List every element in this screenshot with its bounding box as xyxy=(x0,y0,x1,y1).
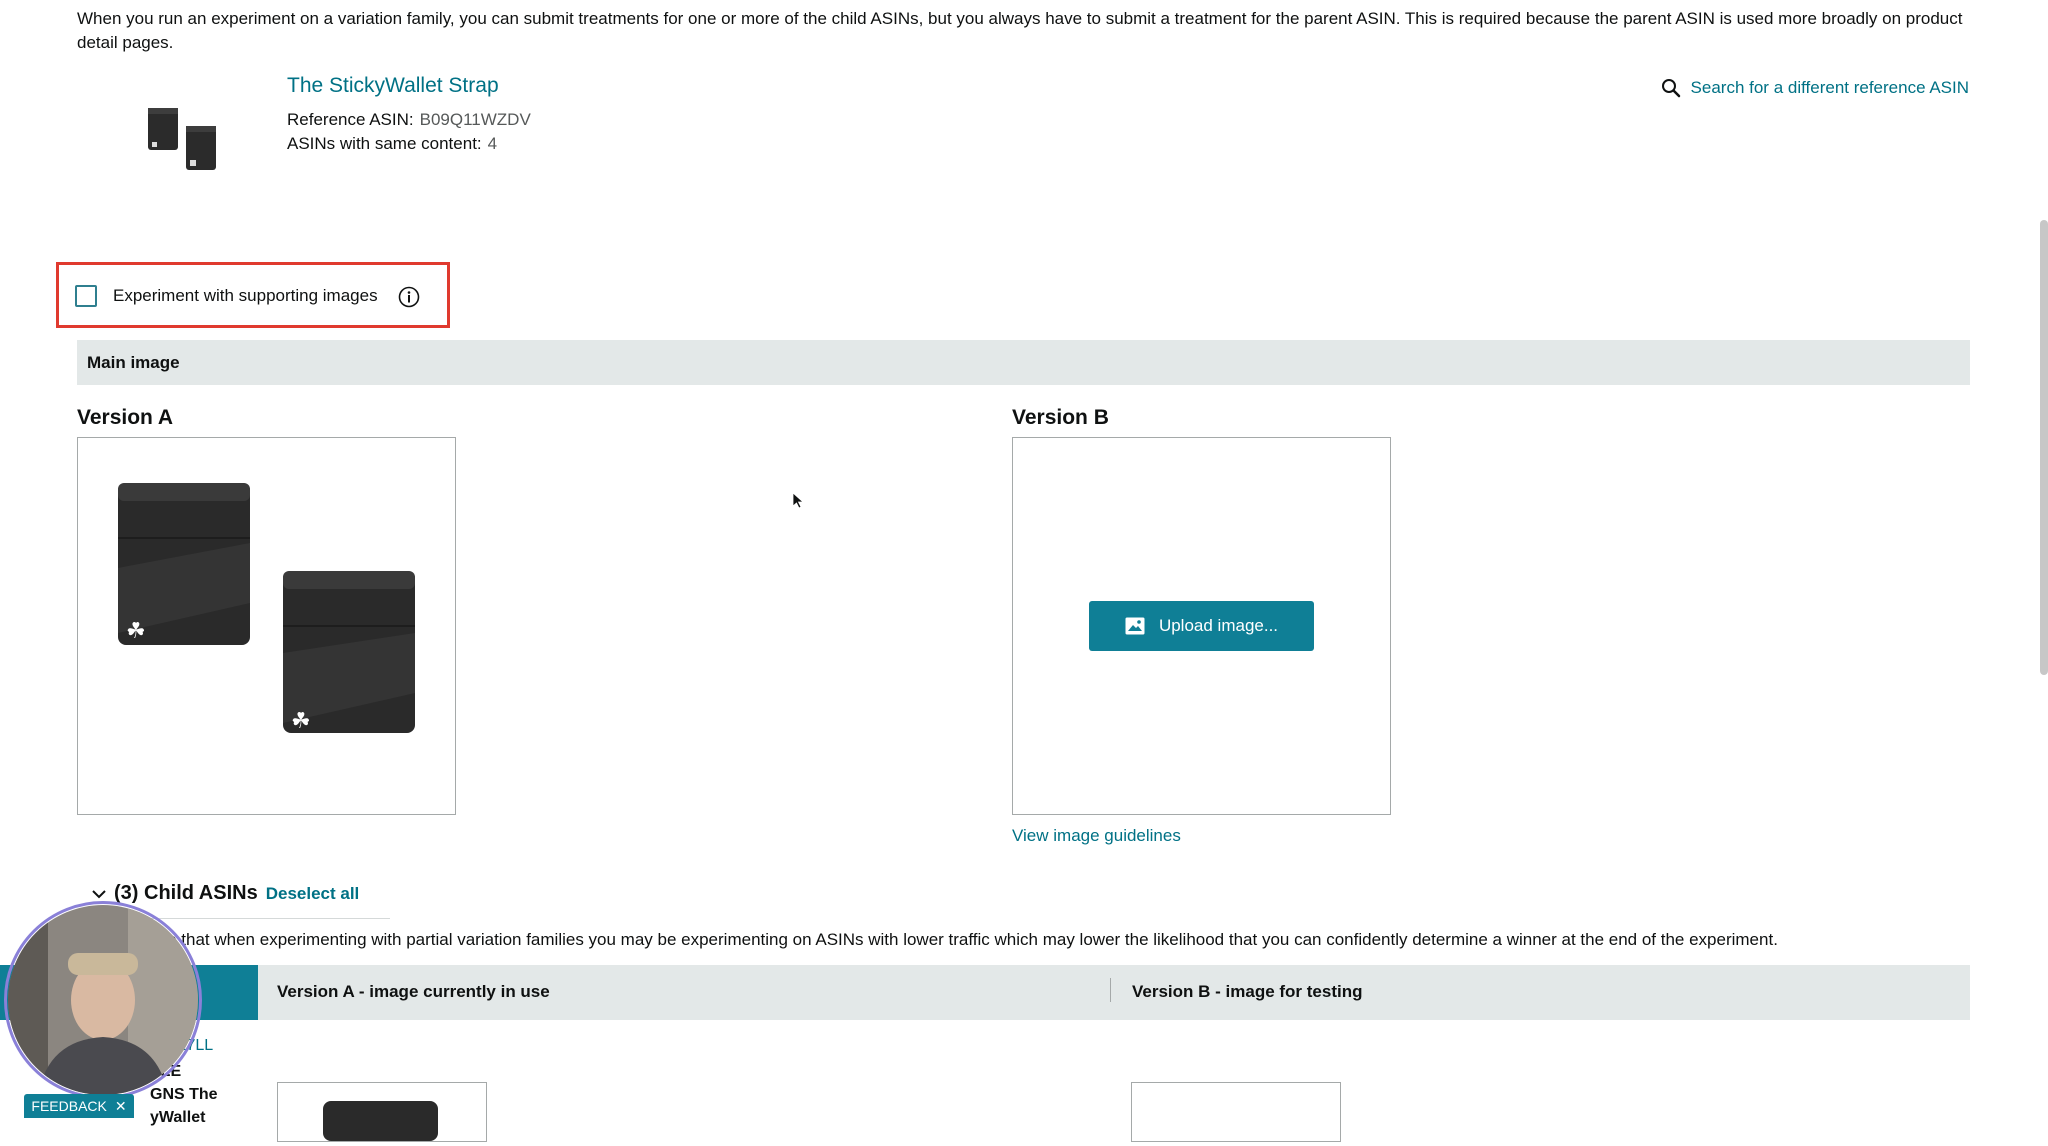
supporting-images-checkbox[interactable] xyxy=(75,285,97,307)
child-asins-title: (3) Child ASINs xyxy=(114,882,258,904)
reference-asin-label: Reference ASIN: xyxy=(287,110,414,129)
child-asin-name-line: yWallet xyxy=(150,1109,206,1126)
same-content-value: 4 xyxy=(487,134,498,153)
column-version-b: Version B - image for testing xyxy=(1132,982,1363,1001)
search-icon xyxy=(1661,79,1680,98)
view-image-guidelines-link[interactable]: View image guidelines xyxy=(1012,826,1181,846)
child-asin-name-line: GNS The xyxy=(150,1086,218,1103)
image-icon xyxy=(1125,617,1145,635)
version-a-heading: Version A xyxy=(77,406,174,429)
search-link-label: Search for a different reference ASIN xyxy=(1690,78,1969,97)
reference-asin-value: B09Q11WZDV xyxy=(419,110,531,129)
upload-image-button[interactable]: Upload image... xyxy=(1089,601,1314,651)
same-content-row: ASINs with same content: 4 xyxy=(287,134,497,154)
same-content-label: ASINs with same content: xyxy=(287,134,482,153)
svg-text:☘: ☘ xyxy=(291,709,311,734)
main-image-section-bar: Main image xyxy=(77,340,1970,385)
product-title-link[interactable]: The StickyWallet Strap xyxy=(287,74,499,98)
feedback-label: FEEDBACK xyxy=(31,1098,107,1114)
page-scrollbar[interactable] xyxy=(2040,220,2048,675)
search-different-asin-link[interactable]: Search for a different reference ASIN xyxy=(1661,78,1969,98)
mouse-cursor-icon xyxy=(793,493,805,509)
child-product-image xyxy=(323,1101,438,1141)
close-icon[interactable]: ✕ xyxy=(115,1098,127,1115)
column-separator xyxy=(1110,978,1111,1002)
upload-image-label: Upload image... xyxy=(1158,616,1279,635)
child-version-b-image-box xyxy=(1131,1082,1341,1142)
webcam-ring xyxy=(4,901,202,1099)
product-thumbnail xyxy=(148,108,216,170)
supporting-images-label: Experiment with supporting images xyxy=(113,286,378,305)
child-version-a-image-box xyxy=(277,1082,487,1142)
version-a-image-box: ☘ ☘ xyxy=(77,437,456,815)
chevron-down-icon xyxy=(92,889,106,898)
column-version-a: Version A - image currently in use xyxy=(277,982,550,1001)
version-a-product-image: ☘ ☘ xyxy=(118,483,415,734)
info-icon[interactable] xyxy=(398,286,420,308)
version-b-heading: Version B xyxy=(1012,406,1109,429)
feedback-tab[interactable]: FEEDBACK ✕ xyxy=(24,1094,134,1118)
partial-family-warning: are that when experimenting with partial… xyxy=(152,930,1778,949)
reference-asin-row: Reference ASIN: B09Q11WZDV xyxy=(287,110,531,130)
svg-text:☘: ☘ xyxy=(126,619,146,644)
deselect-all-link[interactable]: Deselect all xyxy=(266,884,360,904)
child-asins-header[interactable]: (3) Child ASINs Deselect all xyxy=(92,882,359,905)
intro-paragraph: When you run an experiment on a variatio… xyxy=(77,9,1963,52)
